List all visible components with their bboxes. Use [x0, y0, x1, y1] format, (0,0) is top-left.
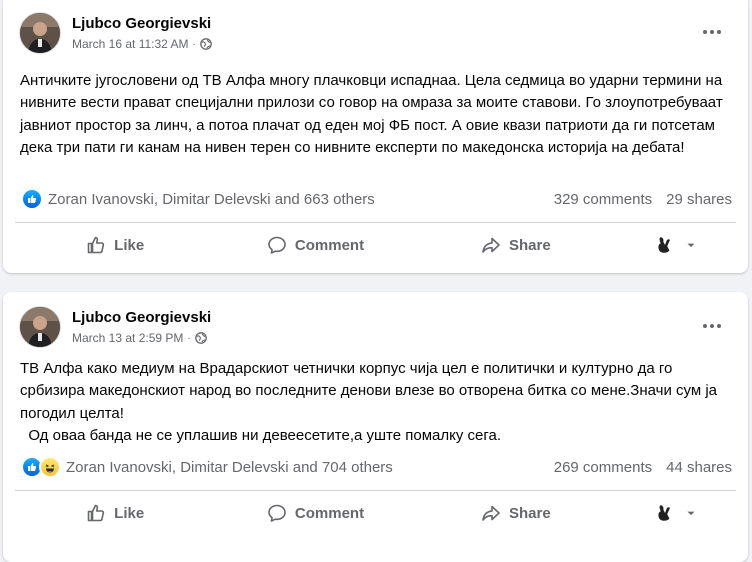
- like-label: Like: [114, 504, 145, 522]
- author-avatar[interactable]: [19, 12, 61, 54]
- speech-bubble-icon: [268, 504, 286, 522]
- thumbs-up-icon: [87, 504, 105, 522]
- profile-switch-button[interactable]: [616, 227, 736, 263]
- share-label: Share: [508, 236, 551, 254]
- post-timestamp[interactable]: March 16 at 11:32 AM: [72, 37, 189, 51]
- author-name[interactable]: Ljubco Georgievski: [72, 309, 211, 326]
- post-text-content: Античките југословени од ТВ Алфа многу п…: [20, 72, 727, 157]
- comments-count[interactable]: 329 comments: [554, 191, 652, 208]
- reactors-summary[interactable]: Zoran Ivanovski, Dimitar Delevski and 66…: [48, 191, 375, 208]
- globe-icon: [200, 38, 212, 50]
- chevron-down-icon: [687, 243, 695, 248]
- profile-avatar-icon: [658, 237, 670, 253]
- share-button[interactable]: Share: [416, 227, 616, 263]
- post-card: Ljubco Georgievski March 16 at 11:32 AM …: [3, 0, 748, 273]
- post-header: Ljubco Georgievski March 16 at 11:32 AM …: [19, 12, 719, 56]
- shares-count[interactable]: 29 shares: [666, 191, 732, 208]
- author-name[interactable]: Ljubco Georgievski: [72, 15, 211, 32]
- reaction-icons[interactable]: [21, 456, 61, 478]
- engagement-counts: 329 comments 29 shares: [554, 191, 732, 208]
- more-options-icon[interactable]: [700, 20, 724, 44]
- profile-avatar-icon: [658, 505, 670, 521]
- post-card: Ljubco Georgievski March 13 at 2:59 PM ·…: [3, 292, 748, 562]
- like-label: Like: [114, 236, 145, 254]
- post-stats: Zoran Ivanovski, Dimitar Delevski and 70…: [21, 456, 732, 478]
- profile-switch-button[interactable]: [616, 495, 736, 531]
- share-arrow-icon: [482, 505, 500, 521]
- like-button[interactable]: Like: [15, 227, 215, 263]
- post-stats: Zoran Ivanovski, Dimitar Delevski and 66…: [21, 188, 732, 210]
- like-button[interactable]: Like: [15, 495, 215, 531]
- more-options-icon[interactable]: [700, 314, 724, 338]
- share-label: Share: [508, 504, 551, 522]
- post-meta: March 16 at 11:32 AM ·: [72, 37, 212, 51]
- reactors-summary[interactable]: Zoran Ivanovski, Dimitar Delevski and 70…: [66, 459, 393, 476]
- post-text-content: ТВ Алфа како медиум на Врадарскиот четни…: [20, 360, 717, 445]
- post-timestamp[interactable]: March 13 at 2:59 PM: [72, 331, 183, 345]
- comment-label: Comment: [294, 236, 365, 254]
- speech-bubble-icon: [268, 236, 286, 254]
- share-button[interactable]: Share: [416, 495, 616, 531]
- chevron-down-icon: [687, 511, 695, 516]
- like-reaction-icon: [21, 188, 43, 210]
- thumbs-up-icon: [87, 236, 105, 254]
- post-actions: Like Comment Share: [15, 222, 736, 267]
- haha-reaction-icon: [39, 456, 61, 478]
- reaction-icons[interactable]: [21, 188, 43, 210]
- meta-separator: ·: [192, 38, 196, 50]
- globe-icon: [194, 332, 207, 344]
- post-text: Античките југословени од ТВ Алфа многу п…: [20, 70, 732, 160]
- comment-button[interactable]: Comment: [215, 495, 415, 531]
- post-header: Ljubco Georgievski March 13 at 2:59 PM ·: [19, 306, 719, 350]
- share-arrow-icon: [482, 237, 500, 253]
- author-avatar[interactable]: [19, 306, 61, 348]
- post-actions: Like Comment Share: [15, 490, 736, 535]
- engagement-counts: 269 comments 44 shares: [554, 459, 732, 476]
- comments-count[interactable]: 269 comments: [554, 459, 652, 476]
- comment-button[interactable]: Comment: [215, 227, 415, 263]
- post-meta: March 13 at 2:59 PM ·: [72, 331, 207, 345]
- shares-count[interactable]: 44 shares: [666, 459, 732, 476]
- meta-separator: ·: [187, 332, 191, 344]
- post-text: ТВ Алфа како медиум на Врадарскиот четни…: [20, 358, 732, 448]
- comment-label: Comment: [294, 504, 365, 522]
